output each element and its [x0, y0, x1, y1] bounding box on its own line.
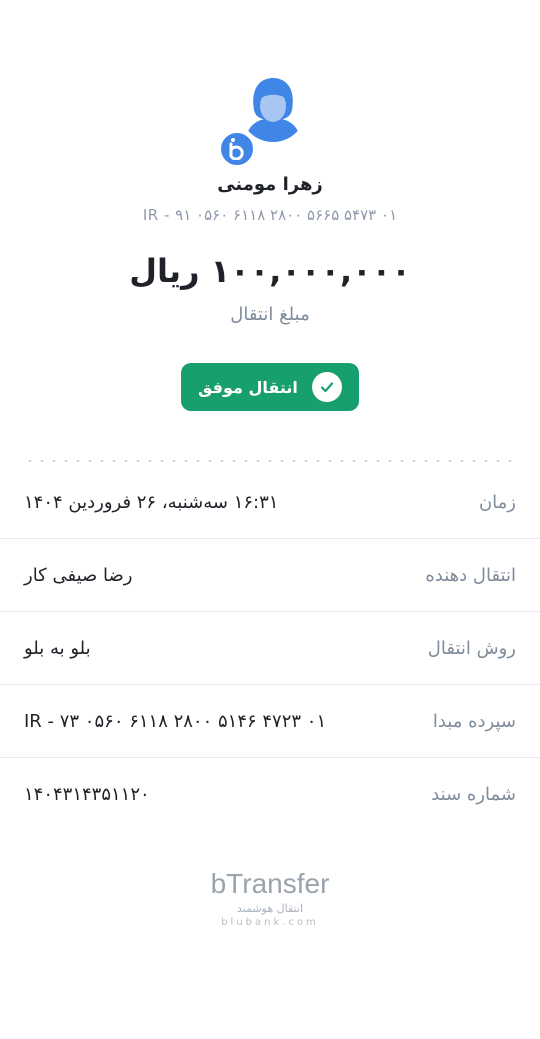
detail-row-document-number: شماره سند ۱۴۰۴۳۱۴۳۵۱۱۲۰ — [0, 758, 540, 831]
detail-row-sender: انتقال دهنده رضا صیفی کار — [0, 539, 540, 612]
detail-row-source-account: سپرده مبدا IR - ۷۳ ۰۵۶۰ ۶۱۱۸ ۲۸۰۰ ۵۱۴۶ ۴… — [0, 685, 540, 758]
detail-value: ۱۴۰۴۳۱۴۳۵۱۱۲۰ — [24, 784, 150, 805]
details-list: زمان ۱۶:۳۱ سه‌شنبه، ۲۶ فروردین ۱۴۰۴ انتق… — [0, 466, 540, 831]
logo-subtitle: انتقال هوشمند — [237, 902, 303, 915]
blu-badge-icon — [218, 130, 256, 168]
detail-value: بلو به بلو — [24, 637, 91, 659]
detail-label: زمان — [478, 491, 516, 513]
detail-row-time: زمان ۱۶:۳۱ سه‌شنبه، ۲۶ فروردین ۱۴۰۴ — [0, 466, 540, 539]
check-icon — [311, 372, 342, 402]
status-text: انتقال موفق — [198, 377, 298, 397]
detail-value: ۱۶:۳۱ سه‌شنبه، ۲۶ فروردین ۱۴۰۴ — [24, 491, 279, 513]
detail-row-method: روش انتقال بلو به بلو — [0, 612, 540, 685]
dotted-divider — [24, 460, 516, 462]
detail-label: سپرده مبدا — [432, 710, 516, 732]
recipient-name: زهرا مومنی — [217, 174, 323, 195]
transfer-amount: ۱۰۰,۰۰۰,۰۰۰ ریال — [129, 252, 411, 290]
user-avatar-icon — [240, 76, 306, 142]
recipient-iban: IR - ۹۱ ۰۵۶۰ ۶۱۱۸ ۲۸۰۰ ۵۶۶۵ ۵۴۷۳ ۰۱ — [142, 206, 398, 224]
logo-url: blubank.com — [221, 917, 319, 928]
status-badge: انتقال موفق — [181, 363, 359, 411]
detail-value: IR - ۷۳ ۰۵۶۰ ۶۱۱۸ ۲۸۰۰ ۵۱۴۶ ۴۷۲۳ ۰۱ — [24, 710, 327, 732]
detail-label: روش انتقال — [427, 637, 516, 659]
btransfer-logo: bTransfer انتقال هوشمند blubank.com — [0, 868, 540, 928]
amount-label: مبلغ انتقال — [230, 304, 310, 325]
detail-label: شماره سند — [431, 784, 516, 805]
detail-label: انتقال دهنده — [425, 564, 516, 586]
detail-value: رضا صیفی کار — [24, 564, 133, 586]
logo-text: bTransfer — [210, 868, 330, 899]
recipient-avatar — [218, 76, 308, 168]
